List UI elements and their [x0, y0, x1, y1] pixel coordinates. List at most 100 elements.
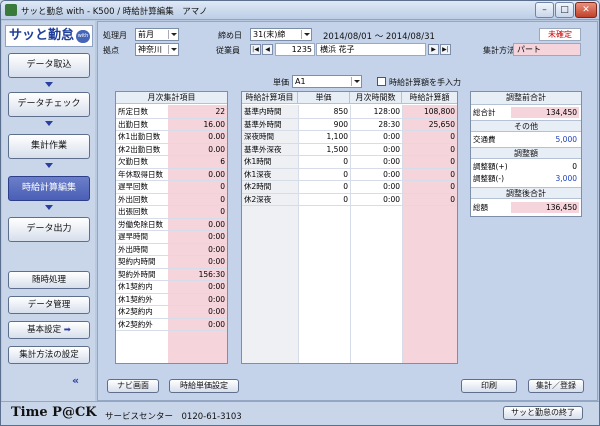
adhoc-process-button[interactable]: 随時処理: [8, 271, 90, 289]
hourly-cell-amount: 0: [450, 157, 455, 166]
transport-label: 交通費: [473, 135, 496, 144]
hourly-cell-rate[interactable]: 900: [298, 119, 348, 130]
collapse-sidebar-icon[interactable]: «: [72, 374, 79, 387]
arrow-right-icon: ➡: [63, 325, 71, 335]
manual-input-label: 時給計算額を手入力: [389, 78, 461, 87]
down-arrow-icon: [45, 121, 53, 126]
monthly-row-label: 休2出勤日数: [118, 144, 161, 154]
close-button[interactable]: ✕: [575, 2, 597, 18]
after-title: 調整後合計: [471, 187, 581, 199]
site-select[interactable]: 神奈川: [135, 43, 179, 56]
column-divider: [350, 105, 351, 363]
gross-label: 総額: [473, 203, 488, 212]
month-select[interactable]: 前月: [135, 28, 179, 41]
close-day-label: 締め日: [218, 31, 242, 40]
monthly-row-label: 休1出勤日数: [118, 132, 161, 141]
monthly-row-value: 0:00: [208, 319, 225, 329]
hourly-cell-hours: 0:00: [383, 194, 400, 204]
monthly-row-label: 欠勤日数: [118, 157, 148, 166]
method-label: 集計方法: [483, 46, 515, 55]
row-divider: [116, 330, 227, 331]
step-hourly-edit-button[interactable]: 時給計算編集: [8, 176, 90, 201]
monthly-row-label: 休1契約外: [118, 294, 153, 304]
aggregate-register-button[interactable]: 集計／登録: [528, 379, 584, 393]
service-center-text: サービスセンター 0120-61-3103: [105, 412, 242, 422]
monthly-row-label: 出張回数: [118, 207, 148, 216]
hourly-cell-rate[interactable]: 0: [298, 156, 348, 167]
monthly-row-value: 22: [215, 107, 225, 116]
hourly-cell-rate[interactable]: 0: [298, 181, 348, 192]
data-management-button[interactable]: データ管理: [8, 296, 90, 314]
hourly-cell-rate[interactable]: 0: [298, 194, 348, 205]
hourly-cell-item: 休2時間: [244, 182, 272, 191]
maximize-button[interactable]: □: [555, 2, 574, 18]
down-arrow-icon: [45, 163, 53, 168]
adj-plus-value[interactable]: 0: [511, 161, 579, 172]
method-field: パート: [513, 43, 581, 56]
hourly-header-hours: 月次時間数: [350, 92, 402, 104]
hourly-cell-amount: 0: [450, 182, 455, 191]
previous-record-icon[interactable]: ◀: [262, 44, 273, 55]
unit-label: 単価: [273, 78, 289, 87]
status-badge: 未確定: [539, 28, 581, 41]
hourly-cell-amount: 0: [450, 132, 455, 141]
monthly-row-value: 6: [220, 157, 225, 166]
hourly-cell-hours: 0:00: [383, 182, 400, 191]
basic-settings-button[interactable]: 基本設定 ➡: [8, 321, 90, 339]
monthly-row-value: 0: [220, 182, 225, 191]
monthly-panel: 月次集計項目 所定日数 22 出勤日数 16.00 休1出勤日数 0.00 休2出勤日数 0.…: [115, 91, 228, 364]
site-value: 神奈川: [138, 45, 162, 54]
gross-value: 136,450: [511, 202, 579, 213]
total-value: 134,450: [511, 107, 579, 118]
step-data-import-button[interactable]: データ取込: [8, 53, 90, 78]
last-record-icon[interactable]: ▶|: [440, 44, 451, 55]
basic-settings-label: 基本設定: [27, 325, 62, 335]
step-data-check-button[interactable]: データチェック: [8, 92, 90, 117]
hourly-cell-rate[interactable]: 1,100: [298, 131, 348, 142]
monthly-row-value: 0.00: [208, 132, 225, 141]
unit-select[interactable]: A1: [292, 75, 362, 88]
hourly-cell-rate[interactable]: 0: [298, 169, 348, 180]
window-title: サッと勤怠 with - K500 / 時給計算編集 アマノ: [21, 7, 208, 17]
close-day-select[interactable]: 31(末)締: [250, 28, 312, 41]
down-arrow-icon: [45, 205, 53, 210]
print-button[interactable]: 印刷: [461, 379, 517, 393]
exit-app-button[interactable]: サッと勤怠の終了: [503, 406, 583, 420]
monthly-row-label: 年休取得日数: [118, 169, 163, 179]
monthly-row-label: 休2契約内: [118, 307, 153, 316]
hourly-cell-amount: 0: [450, 169, 455, 179]
logo-badge: with: [76, 30, 90, 43]
monthly-row-value: 0.00: [208, 144, 225, 154]
hourly-cell-amount: 108,800: [423, 107, 455, 116]
column-divider: [402, 105, 403, 363]
hourly-cell-rate[interactable]: 850: [298, 106, 348, 117]
minimize-button[interactable]: –: [535, 2, 554, 18]
hourly-cell-hours: 0:00: [383, 132, 400, 141]
transport-value[interactable]: 5,000: [511, 134, 579, 145]
first-record-icon[interactable]: |◀: [250, 44, 261, 55]
monthly-row-value: 0: [220, 207, 225, 216]
aggregation-method-button[interactable]: 集計方法の設定: [8, 346, 90, 364]
monthly-row-value: 0:00: [208, 244, 225, 254]
next-record-icon[interactable]: ▶: [428, 44, 439, 55]
adj-minus-label: 調整額(-): [473, 174, 505, 183]
monthly-row-label: 契約内時間: [118, 257, 156, 266]
hourly-cell-amount: 25,650: [428, 119, 455, 129]
monthly-title: 月次集計項目: [116, 92, 227, 104]
manual-input-checkbox[interactable]: [377, 77, 386, 86]
hourly-cell-hours: 0:00: [383, 144, 400, 154]
nav-screen-button[interactable]: ナビ画面: [107, 379, 159, 393]
adj-plus-label: 調整額(+): [473, 162, 508, 171]
hourly-cell-item: 基準内時間: [244, 107, 282, 116]
adj-minus-value[interactable]: 3,000: [511, 173, 579, 184]
summary-panel: 調整前合計 総合計 134,450 その他 交通費 5,000 調整額 調整額(…: [470, 91, 582, 217]
column-divider: [298, 105, 299, 363]
step-data-output-button[interactable]: データ出力: [8, 217, 90, 242]
employee-code-field[interactable]: 1235: [275, 43, 315, 56]
site-label: 拠点: [103, 46, 119, 55]
hourly-cell-hours: 128:00: [373, 107, 400, 116]
hourly-cell-rate[interactable]: 1,500: [298, 144, 348, 155]
hourly-rate-settings-button[interactable]: 時給単価設定: [169, 379, 239, 393]
step-aggregate-button[interactable]: 集計作業: [8, 134, 90, 159]
hourly-cell-item: 基準外深夜: [244, 144, 282, 154]
